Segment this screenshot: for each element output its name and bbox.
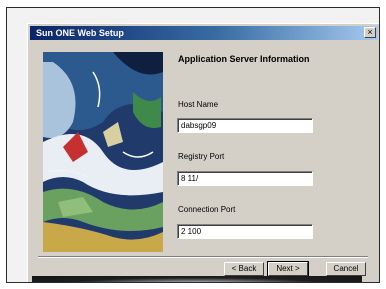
host-name-input[interactable] — [177, 118, 313, 133]
back-button[interactable]: < Back — [224, 262, 264, 276]
close-icon: × — [367, 27, 373, 37]
screenshot-frame: Sun ONE Web Setup × Application Server I… — [6, 7, 380, 283]
window-title: Sun ONE Web Setup — [36, 28, 124, 38]
next-button[interactable]: Next > — [267, 261, 309, 277]
close-button[interactable]: × — [364, 27, 376, 38]
connection-port-label: Connection Port — [178, 205, 236, 214]
setup-dialog: Sun ONE Web Setup × Application Server I… — [27, 23, 379, 282]
registry-port-label: Registry Port — [178, 152, 225, 161]
registry-port-input[interactable] — [177, 171, 313, 186]
taskbar-shadow — [32, 276, 362, 282]
wizard-banner-image — [43, 52, 163, 252]
button-separator — [38, 256, 368, 258]
title-bar[interactable]: Sun ONE Web Setup × — [30, 26, 378, 40]
connection-port-input[interactable] — [177, 224, 313, 239]
page-heading: Application Server Information — [178, 54, 310, 64]
cancel-button[interactable]: Cancel — [326, 262, 366, 276]
host-name-label: Host Name — [178, 100, 219, 109]
